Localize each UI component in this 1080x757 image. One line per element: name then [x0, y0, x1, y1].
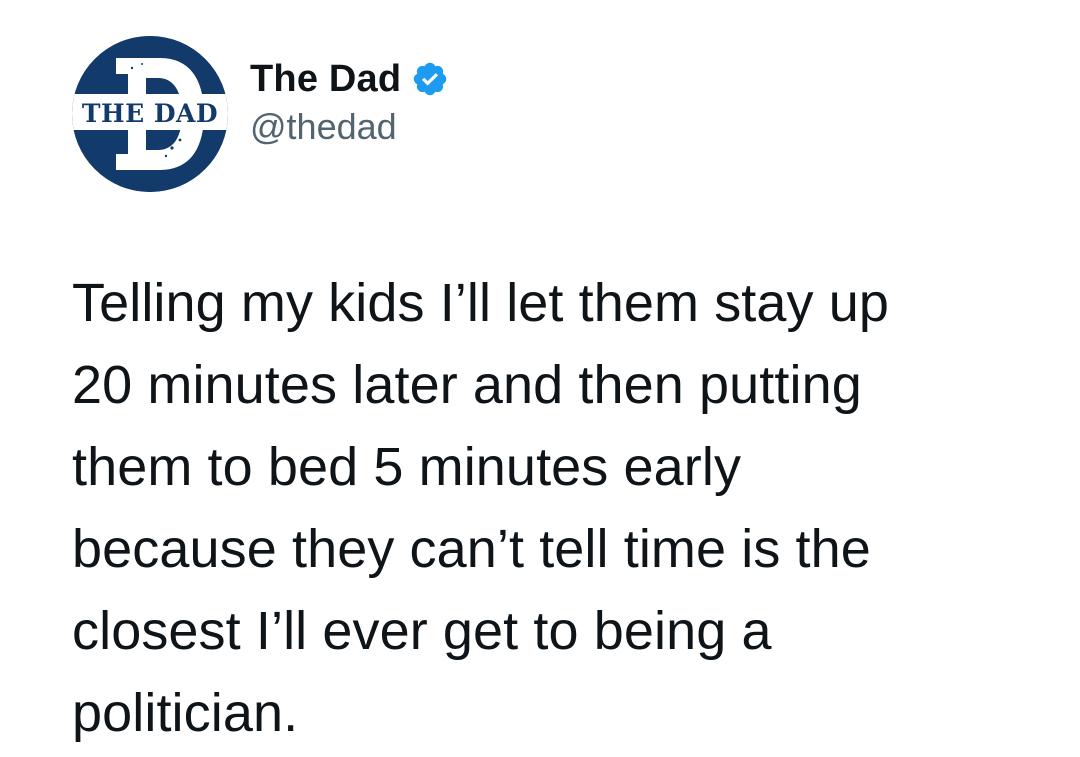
avatar-logo-text: THE DAD [82, 99, 218, 128]
the-dad-logo: THE DAD [72, 36, 228, 192]
handle[interactable]: @thedad [250, 105, 449, 149]
tweet-header: THE DAD The Dad @thedad [72, 36, 449, 192]
display-name[interactable]: The Dad [250, 57, 401, 101]
verified-badge-icon [411, 60, 449, 98]
tweet-card: THE DAD The Dad @thedad Telling my kids … [0, 0, 1080, 757]
name-row: The Dad [250, 57, 449, 101]
author-names: The Dad @thedad [250, 57, 449, 149]
tweet-text: Telling my kids I’ll let them stay up 20… [72, 273, 889, 743]
avatar[interactable]: THE DAD [72, 36, 228, 192]
